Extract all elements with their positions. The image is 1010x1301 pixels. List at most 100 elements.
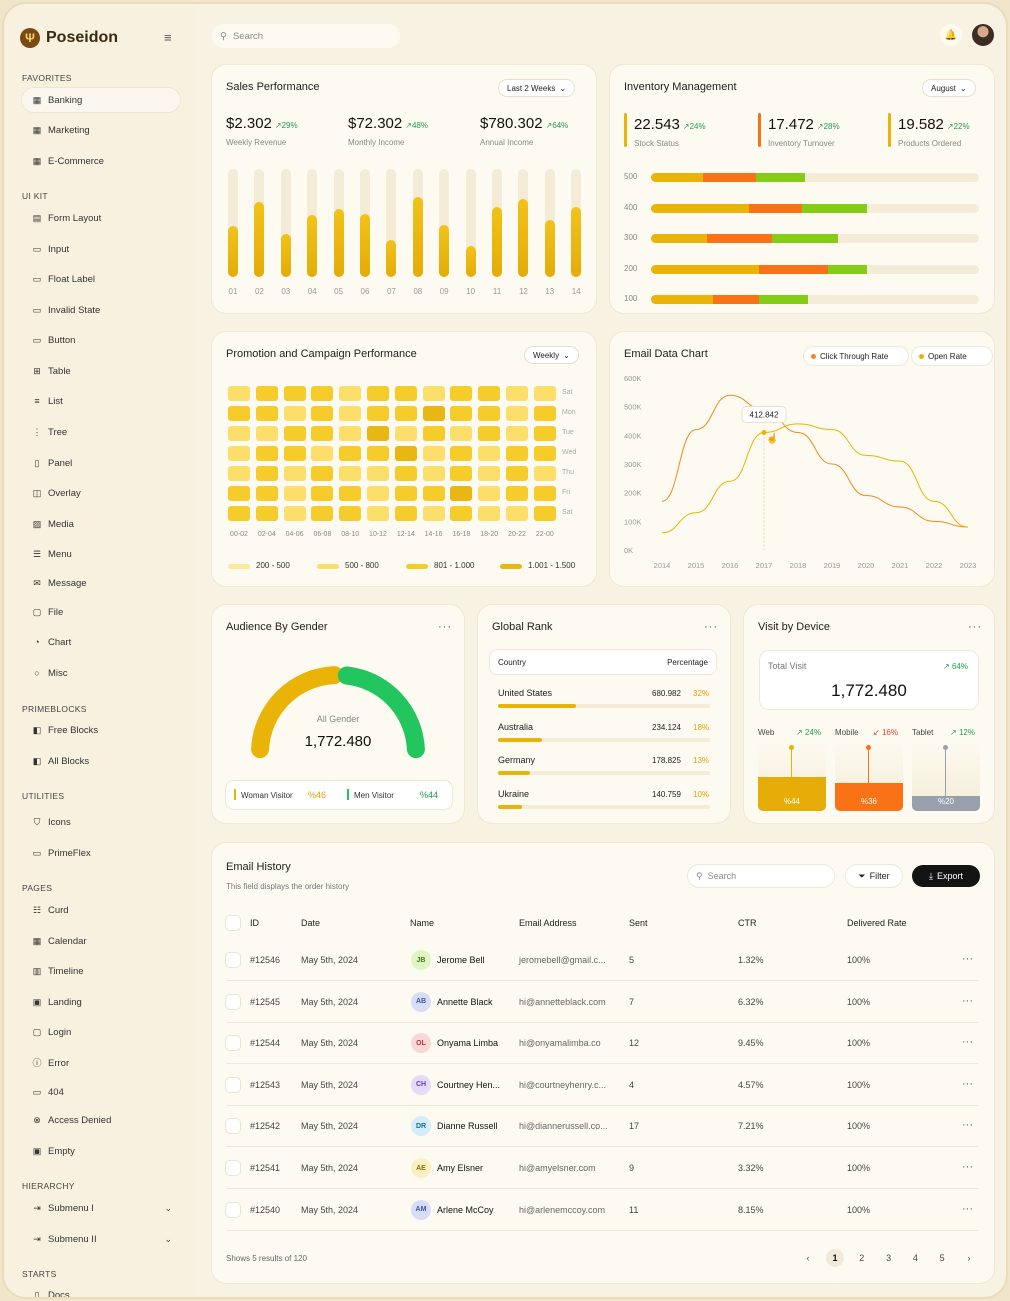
stacked-bar-segment[interactable] (651, 203, 750, 213)
page-button[interactable]: 5 (933, 1249, 951, 1267)
heatmap-cell[interactable] (311, 386, 334, 401)
row-checkbox[interactable] (226, 1119, 240, 1134)
heatmap-cell[interactable] (422, 406, 445, 421)
column-header[interactable]: Delivered Rate (847, 918, 907, 928)
row-checkbox[interactable] (226, 1036, 240, 1051)
heatmap-cell[interactable] (367, 386, 389, 401)
sidebar-item-chart[interactable]: ◔ Chart (22, 630, 180, 654)
more-options-icon[interactable]: ··· (962, 1119, 973, 1131)
table-row[interactable]: #12543 May 5th, 2024 CH Courtney Hen... hi@c… (226, 1065, 978, 1106)
prev-page-icon[interactable]: ‹ (799, 1249, 817, 1267)
heatmap-cell[interactable] (450, 406, 473, 421)
heatmap-cell[interactable] (422, 426, 445, 441)
heatmap-cell[interactable] (450, 506, 473, 521)
heatmap-cell[interactable] (339, 446, 362, 461)
row-checkbox[interactable] (226, 1077, 240, 1092)
sidebar-item-form-layout[interactable]: ▤ Form Layout (22, 206, 180, 230)
heatmap-cell[interactable] (506, 506, 528, 521)
heatmap-cell[interactable] (533, 426, 556, 441)
bar[interactable] (360, 214, 370, 277)
stacked-bar-segment[interactable] (651, 234, 707, 243)
page-button[interactable]: 3 (880, 1249, 898, 1267)
heatmap-cell[interactable] (367, 446, 389, 461)
sidebar-item-empty[interactable]: ▣ Empty (22, 1139, 180, 1163)
bell-icon[interactable]: 🔔 (940, 24, 962, 46)
stacked-bar-segment[interactable] (801, 203, 868, 213)
bar[interactable] (439, 225, 450, 277)
heatmap-cell[interactable] (506, 386, 528, 401)
heatmap-cell[interactable] (367, 466, 389, 481)
sidebar-item-login[interactable]: ▢ Login (22, 1020, 180, 1044)
page-button[interactable]: 4 (906, 1249, 924, 1267)
heatmap-cell[interactable] (311, 486, 334, 501)
heatmap-cell[interactable] (394, 466, 417, 481)
heatmap-cell[interactable] (394, 406, 417, 421)
sidebar-item-misc[interactable]: ○ Misc (22, 661, 180, 685)
bar[interactable] (465, 245, 476, 277)
heatmap-cell[interactable] (339, 426, 362, 441)
heatmap-cell[interactable] (422, 446, 445, 461)
heatmap-cell[interactable] (367, 406, 389, 421)
heatmap-cell[interactable] (283, 386, 306, 401)
more-options-icon[interactable]: ··· (962, 1203, 973, 1215)
sidebar-item-input[interactable]: ▭ Input (22, 237, 180, 261)
table-row[interactable]: #12545 May 5th, 2024 AB Annette Black hi@ann… (226, 982, 978, 1023)
export-button[interactable]: ⤓ Export (912, 865, 980, 887)
row-checkbox[interactable] (226, 1161, 240, 1175)
heatmap-cell[interactable] (283, 406, 306, 421)
bar[interactable] (254, 202, 265, 277)
heatmap-cell[interactable] (255, 486, 278, 501)
heatmap-cell[interactable] (394, 486, 417, 501)
row-checkbox[interactable] (226, 994, 240, 1009)
stacked-bar-segment[interactable] (651, 295, 714, 304)
heatmap-cell[interactable] (478, 446, 501, 461)
more-options-icon[interactable]: ··· (968, 621, 982, 633)
select-all-checkbox[interactable] (226, 916, 240, 930)
stacked-bar-segment[interactable] (651, 264, 760, 274)
heatmap-cell[interactable] (478, 466, 501, 481)
heatmap-cell[interactable] (478, 406, 501, 421)
heatmap-cell[interactable] (533, 446, 556, 461)
sidebar-item-file[interactable]: ▢ File (22, 600, 180, 624)
heatmap-cell[interactable] (311, 466, 334, 481)
column-header[interactable]: Sent (629, 918, 648, 928)
heatmap-cell[interactable] (450, 446, 473, 461)
heatmap-cell[interactable] (283, 506, 306, 521)
stacked-bar-segment[interactable] (755, 173, 806, 182)
chevron-down-icon[interactable]: ⌄ (164, 1203, 172, 1214)
more-options-icon[interactable]: ··· (962, 995, 973, 1007)
heatmap-cell[interactable] (339, 406, 362, 421)
bar[interactable] (307, 215, 318, 277)
chevron-down-icon[interactable]: ⌄ (164, 1234, 172, 1245)
more-options-icon[interactable]: ··· (962, 1036, 973, 1048)
heatmap-cell[interactable] (255, 446, 278, 461)
heatmap-cell[interactable] (228, 426, 250, 441)
sidebar-item-float-label[interactable]: ▭ Float Label (22, 267, 180, 291)
heatmap-cell[interactable] (450, 426, 473, 441)
page-button[interactable]: 2 (853, 1249, 871, 1267)
sidebar-item-table[interactable]: ⊞ Table (22, 359, 180, 383)
sidebar-item-landing[interactable]: ▣ Landing (22, 990, 180, 1014)
row-checkbox[interactable] (226, 953, 240, 967)
sidebar-item-e-commerce[interactable]: ▦ E-Commerce (22, 149, 180, 173)
stacked-bar-segment[interactable] (749, 203, 802, 213)
stacked-bar-segment[interactable] (759, 264, 829, 274)
heatmap-cell[interactable] (283, 426, 306, 441)
heatmap-cell[interactable] (311, 406, 334, 421)
heatmap-cell[interactable] (228, 446, 250, 461)
bar[interactable] (492, 206, 502, 277)
column-header[interactable]: ID (250, 918, 259, 928)
sidebar-item-error[interactable]: ⓘ Error (22, 1051, 180, 1075)
sidebar-item-banking[interactable]: ▦ Banking (22, 88, 180, 112)
more-options-icon[interactable]: ··· (962, 1161, 973, 1173)
heatmap-cell[interactable] (311, 426, 334, 441)
heatmap-cell[interactable] (339, 386, 362, 401)
heatmap-cell[interactable] (533, 466, 556, 481)
sidebar-item-message[interactable]: ✉ Message (22, 571, 180, 595)
heatmap-cell[interactable] (255, 506, 278, 521)
heatmap-cell[interactable] (255, 386, 278, 401)
bar[interactable] (544, 219, 555, 277)
device-bar-fill[interactable]: %36 (835, 783, 903, 811)
sidebar-item-submenu-ii[interactable]: ⇥ Submenu II ⌄ (22, 1227, 180, 1251)
menu-toggle-icon[interactable]: ≡ (164, 30, 172, 45)
